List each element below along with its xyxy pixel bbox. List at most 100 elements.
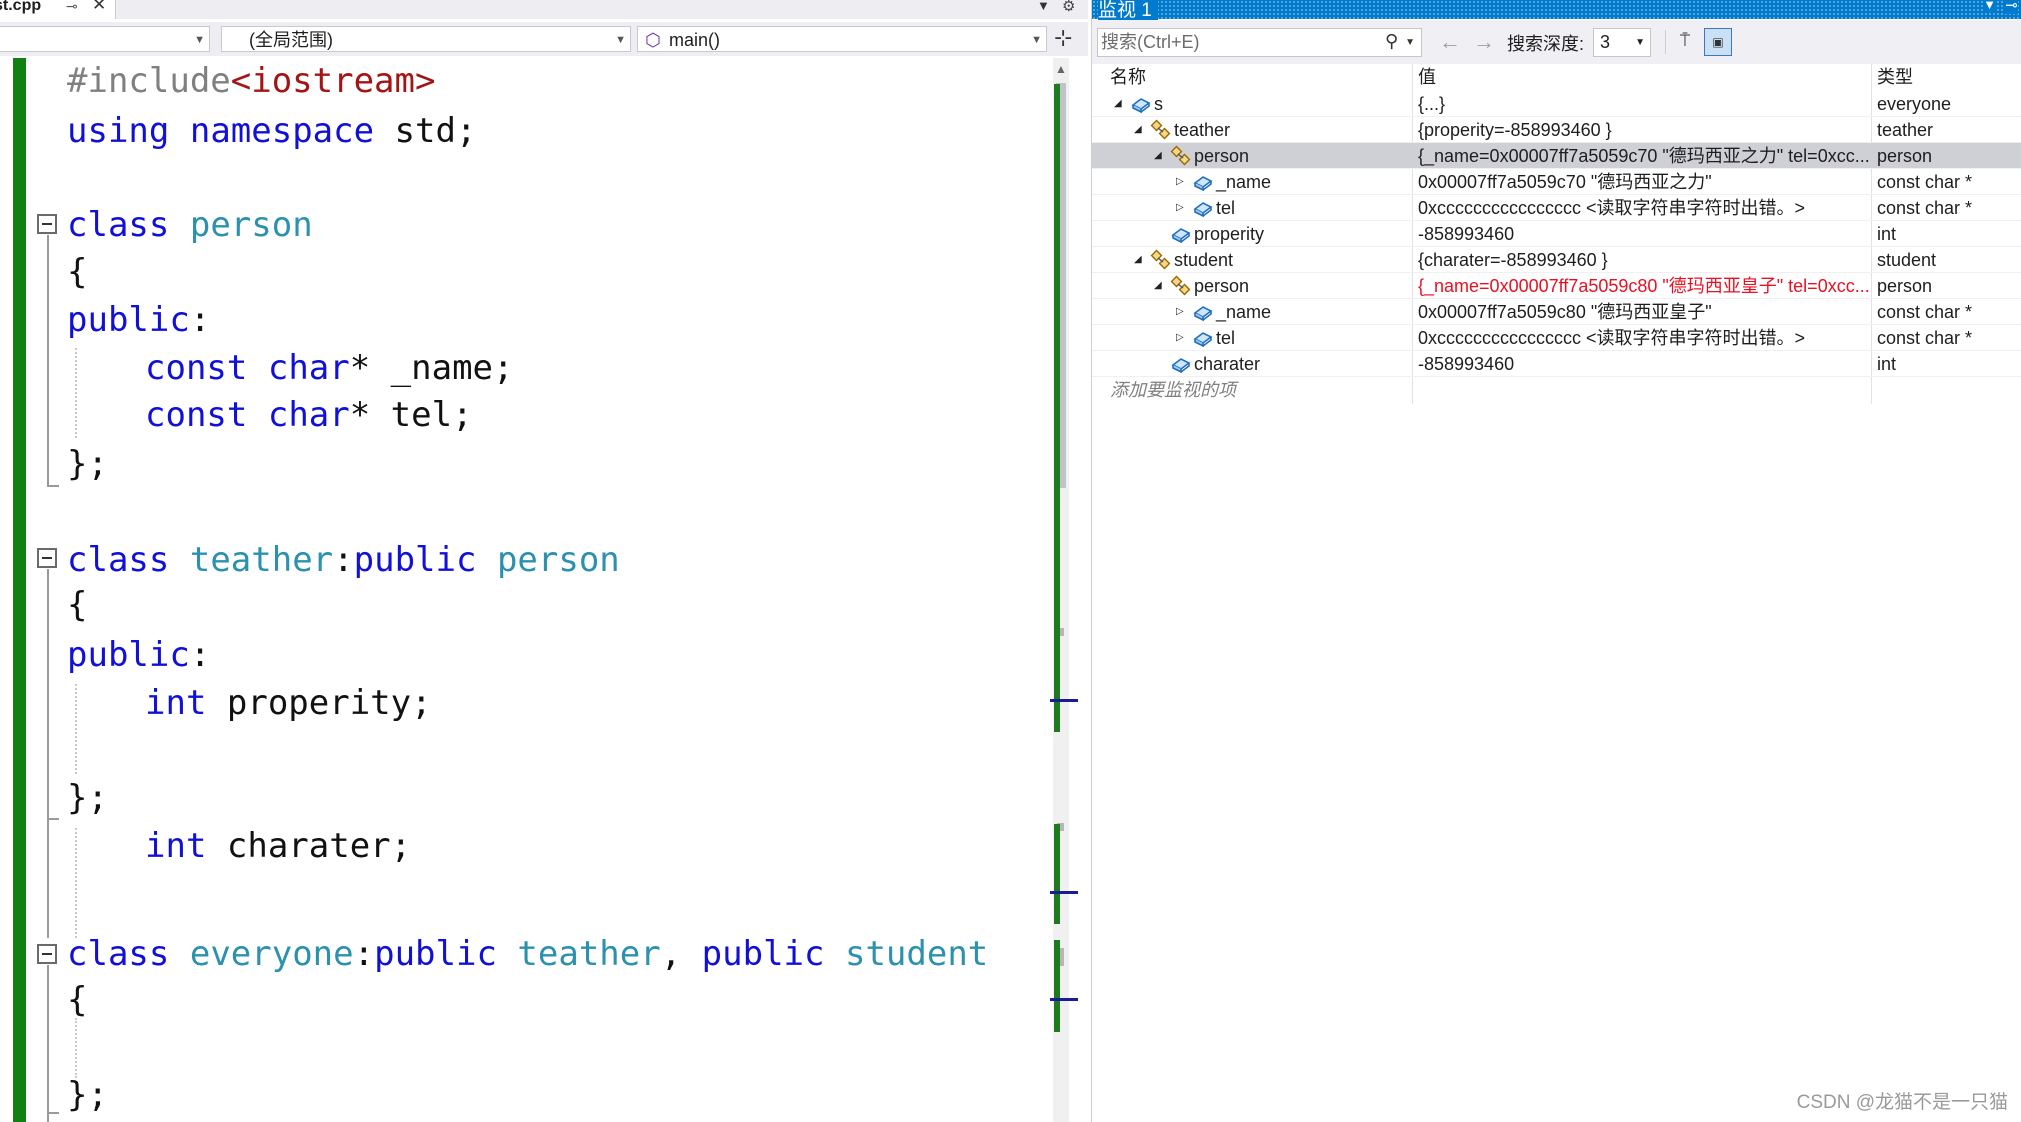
settings-gear-icon[interactable]: ⚙ (1062, 0, 1075, 15)
watch-value: {...} (1418, 94, 1446, 114)
code-line-member-properity: int properity; (145, 683, 432, 723)
indent-guide (75, 1018, 77, 1078)
watch-value: 0x00007ff7a5059c80 "德玛西亚皇子" (1418, 302, 1712, 322)
collapse-class-teather-icon[interactable] (37, 548, 57, 568)
outline-line (47, 820, 49, 938)
watch-row-teather[interactable]: ◢ teather {properity=-858993460 } teathe… (1092, 117, 2021, 143)
watch-row-student-person[interactable]: ◢ person {_name=0x00007ff7a5059c80 "德玛西亚… (1092, 273, 2021, 299)
indent-guide (75, 348, 77, 438)
expanded-arrow-icon[interactable]: ◢ (1114, 91, 1122, 117)
watch-value: {_name=0x00007ff7a5059c70 "德玛西亚之力" tel=0… (1418, 146, 1870, 166)
change-map-marker (1054, 824, 1060, 924)
code-line-brace: { (67, 252, 88, 292)
project-scope-combo[interactable]: ▼ (0, 26, 210, 52)
watch-value: 0xcccccccccccccccc <读取字符串字符时出错。> (1418, 328, 1806, 348)
watch-row-student[interactable]: ◢ student {charater=-858993460 } student (1092, 247, 2021, 273)
change-tracking-bar (13, 58, 26, 1122)
scroll-up-icon[interactable]: ▲ (1055, 62, 1067, 76)
watch-name: charater (1194, 354, 1261, 374)
split-editor-icon[interactable]: ⊹ (1054, 25, 1072, 51)
pin-to-source-button[interactable]: ⍑ (1671, 28, 1699, 56)
document-tab[interactable]: st.cpp ⊸ ✕ (0, 0, 116, 19)
watch-value: {charater=-858993460 } (1418, 250, 1608, 270)
chevron-down-icon: ▼ (615, 34, 626, 46)
search-icon[interactable]: ⚲ (1385, 28, 1398, 55)
view-as-hex-button[interactable]: ▣ (1704, 28, 1732, 56)
pin-tab-icon[interactable]: ⊸ (66, 0, 78, 14)
code-line-class-person: class person (67, 205, 313, 245)
column-header-type[interactable]: 类型 (1877, 64, 1913, 91)
indent-guide (75, 684, 77, 774)
code-line-public: public: (67, 635, 211, 675)
expanded-arrow-icon[interactable]: ◢ (1134, 117, 1142, 143)
watch-name: tel (1216, 328, 1236, 348)
code-line-member-tel: const char* tel; (145, 395, 473, 435)
code-line-brace: { (67, 585, 88, 625)
watch-type: int (1877, 224, 1897, 244)
collapsed-arrow-icon[interactable]: ▷ (1176, 195, 1184, 221)
watch-row-name[interactable]: ▷ _name 0x00007ff7a5059c80 "德玛西亚皇子" cons… (1092, 299, 2021, 325)
watch-name: teather (1174, 120, 1231, 140)
collapse-class-person-icon[interactable] (37, 214, 57, 234)
watch-value: {properity=-858993460 } (1418, 120, 1612, 140)
search-placeholder: 搜索(Ctrl+E) (1101, 32, 1200, 52)
collapsed-arrow-icon[interactable]: ▷ (1176, 169, 1184, 195)
watch-row-s[interactable]: ◢ s {...} everyone (1092, 91, 2021, 117)
search-depth-select[interactable]: 3 ▼ (1593, 28, 1651, 57)
global-scope-combo[interactable]: (全局范围) ▼ (221, 26, 631, 52)
forward-arrow-icon[interactable]: → (1473, 29, 1495, 55)
watch-type: teather (1877, 120, 1934, 140)
watch-row-name[interactable]: ▷ _name 0x00007ff7a5059c70 "德玛西亚之力" cons… (1092, 169, 2021, 195)
change-map-marker (1054, 84, 1060, 732)
watch-name: student (1174, 250, 1234, 270)
outline-line (47, 965, 49, 1122)
collapsed-arrow-icon[interactable]: ▷ (1176, 299, 1184, 325)
editor-tab-strip: st.cpp ⊸ ✕ ▼ ⚙ (0, 0, 1088, 19)
search-input[interactable]: 搜索(Ctrl+E) ⚲ ▼ (1097, 28, 1422, 57)
window-menu-icon[interactable]: ▼ (1983, 0, 1996, 12)
code-line-include: #include<iostream> (67, 61, 436, 101)
code-line-using: using namespace std; (67, 111, 477, 151)
tab-list-dropdown-icon[interactable]: ▼ (1037, 0, 1050, 13)
toolbar-separator (1665, 30, 1666, 54)
watch-title-bar[interactable]: 监视 1 ▼ ⊸ (1092, 0, 2021, 22)
document-tab-title: st.cpp (0, 0, 42, 14)
watch-name: person (1194, 146, 1250, 166)
watch-row-teather-person[interactable]: ◢ person {_name=0x00007ff7a5059c70 "德玛西亚… (1092, 143, 2021, 169)
watch-value: -858993460 (1418, 354, 1515, 374)
hex-view-icon: ▣ (1712, 35, 1724, 49)
watch-type: const char * (1877, 172, 1973, 192)
navigation-bar: ▼ (全局范围) ▼ ⬡ main() ▼ ⊹ (0, 22, 1088, 56)
watch-row-tel[interactable]: ▷ tel 0xcccccccccccccccc <读取字符串字符时出错。> c… (1092, 325, 2021, 351)
variable-icon (1131, 98, 1151, 114)
expanded-arrow-icon[interactable]: ◢ (1154, 273, 1162, 299)
function-icon: ⬡ (645, 30, 661, 50)
add-watch-item[interactable]: 添加要监视的项 (1110, 376, 1236, 402)
variable-icon (1171, 358, 1191, 374)
collapsed-arrow-icon[interactable]: ▷ (1176, 325, 1184, 351)
watch-row-tel[interactable]: ▷ tel 0xcccccccccccccccc <读取字符串字符时出错。> c… (1092, 195, 2021, 221)
column-header-name[interactable]: 名称 (1110, 64, 1146, 91)
back-arrow-icon[interactable]: ← (1439, 29, 1461, 55)
base-class-icon (1170, 275, 1191, 296)
watch-row-charater[interactable]: charater -858993460 int (1092, 351, 2021, 377)
outline-end (47, 485, 59, 487)
search-options-dropdown-icon[interactable]: ▼ (1405, 29, 1415, 56)
function-combo[interactable]: ⬡ main() ▼ (637, 26, 1047, 52)
position-marker (1050, 998, 1078, 1001)
global-scope-value: (全局范围) (249, 30, 333, 50)
watch-row-properity[interactable]: properity -858993460 int (1092, 221, 2021, 247)
watch-type: student (1877, 250, 1937, 270)
code-editor-pane: st.cpp ⊸ ✕ ▼ ⚙ ▼ (全局范围) ▼ ⬡ main() ▼ ⊹ (0, 0, 1088, 1122)
close-tab-icon[interactable]: ✕ (92, 0, 106, 13)
watch-name: tel (1216, 198, 1236, 218)
variable-icon (1193, 202, 1213, 218)
column-header-value[interactable]: 值 (1418, 64, 1436, 91)
chevron-down-icon: ▼ (1635, 37, 1645, 48)
pin-window-icon[interactable]: ⊸ (2005, 0, 2018, 14)
expanded-arrow-icon[interactable]: ◢ (1134, 247, 1142, 273)
watch-type: int (1877, 354, 1897, 374)
watch-type: everyone (1877, 94, 1952, 114)
collapse-class-everyone-icon[interactable] (37, 944, 57, 964)
expanded-arrow-icon[interactable]: ◢ (1154, 143, 1162, 169)
